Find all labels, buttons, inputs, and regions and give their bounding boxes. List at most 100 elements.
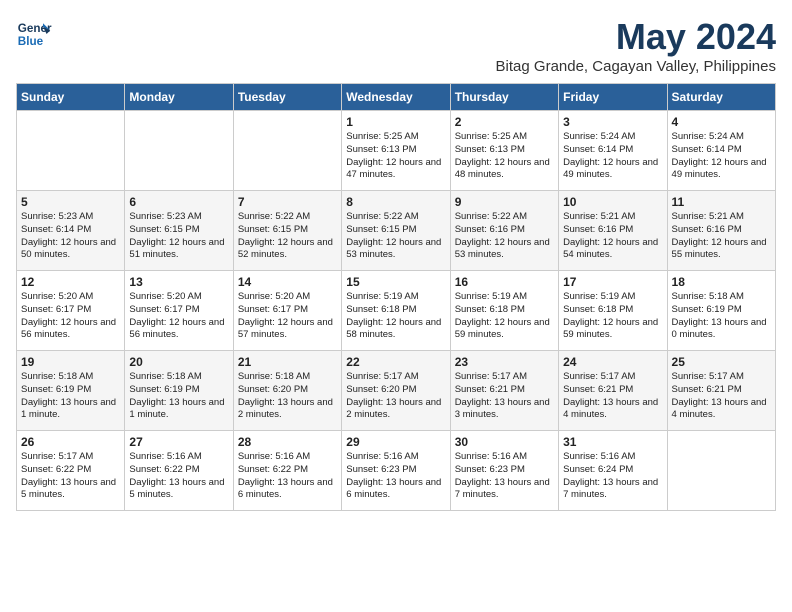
day-number: 18 (672, 275, 771, 289)
cell-info: Sunrise: 5:17 AM Sunset: 6:21 PM Dayligh… (672, 371, 771, 422)
calendar-cell: 23 Sunrise: 5:17 AM Sunset: 6:21 PM Dayli… (450, 351, 558, 431)
calendar-cell: 15 Sunrise: 5:19 AM Sunset: 6:18 PM Dayli… (342, 271, 450, 351)
day-number: 8 (346, 195, 445, 209)
cell-info: Sunrise: 5:22 AM Sunset: 6:15 PM Dayligh… (346, 211, 445, 262)
location-title: Bitag Grande, Cagayan Valley, Philippine… (496, 58, 776, 75)
title-block: May 2024 Bitag Grande, Cagayan Valley, P… (496, 16, 776, 75)
day-number: 26 (21, 435, 120, 449)
calendar-header-row: SundayMondayTuesdayWednesdayThursdayFrid… (17, 84, 776, 111)
day-number: 22 (346, 355, 445, 369)
calendar-cell: 31 Sunrise: 5:16 AM Sunset: 6:24 PM Dayli… (559, 431, 667, 511)
logo-icon: General Blue (16, 16, 52, 52)
calendar-cell: 26 Sunrise: 5:17 AM Sunset: 6:22 PM Dayli… (17, 431, 125, 511)
day-header-wednesday: Wednesday (342, 84, 450, 111)
calendar-cell: 20Sunrise: 5:18 AM Sunset: 6:19 PM Dayli… (125, 351, 233, 431)
calendar-cell (17, 111, 125, 191)
day-number: 14 (238, 275, 337, 289)
day-number: 5 (21, 195, 120, 209)
day-number: 24 (563, 355, 662, 369)
day-header-tuesday: Tuesday (233, 84, 341, 111)
cell-info: Sunrise: 5:17 AM Sunset: 6:20 PM Dayligh… (346, 371, 445, 422)
day-header-sunday: Sunday (17, 84, 125, 111)
cell-info: Sunrise: 5:17 AM Sunset: 6:21 PM Dayligh… (455, 371, 554, 422)
day-number: 28 (238, 435, 337, 449)
day-number: 10 (563, 195, 662, 209)
cell-info: Sunrise: 5:19 AM Sunset: 6:18 PM Dayligh… (563, 291, 662, 342)
cell-info: Sunrise: 5:20 AM Sunset: 6:17 PM Dayligh… (238, 291, 337, 342)
cell-info: Sunrise: 5:25 AM Sunset: 6:13 PM Dayligh… (455, 131, 554, 182)
cell-info: Sunrise: 5:20 AM Sunset: 6:17 PM Dayligh… (21, 291, 120, 342)
calendar-cell (667, 431, 775, 511)
cell-info: Sunrise: 5:19 AM Sunset: 6:18 PM Dayligh… (346, 291, 445, 342)
day-number: 2 (455, 115, 554, 129)
calendar-cell: 17 Sunrise: 5:19 AM Sunset: 6:18 PM Dayli… (559, 271, 667, 351)
calendar-cell: 14 Sunrise: 5:20 AM Sunset: 6:17 PM Dayli… (233, 271, 341, 351)
cell-info: Sunrise: 5:16 AM Sunset: 6:22 PM Dayligh… (129, 451, 228, 502)
cell-info: Sunrise: 5:25 AM Sunset: 6:13 PM Dayligh… (346, 131, 445, 182)
calendar-cell: 2 Sunrise: 5:25 AM Sunset: 6:13 PM Daylig… (450, 111, 558, 191)
cell-info: Sunrise: 5:20 AM Sunset: 6:17 PM Dayligh… (129, 291, 228, 342)
calendar-cell: 10 Sunrise: 5:21 AM Sunset: 6:16 PM Dayli… (559, 191, 667, 271)
day-number: 3 (563, 115, 662, 129)
day-header-saturday: Saturday (667, 84, 775, 111)
calendar-cell: 18 Sunrise: 5:18 AM Sunset: 6:19 PM Dayli… (667, 271, 775, 351)
day-number: 11 (672, 195, 771, 209)
day-number: 30 (455, 435, 554, 449)
calendar-cell: 28 Sunrise: 5:16 AM Sunset: 6:22 PM Dayli… (233, 431, 341, 511)
calendar-cell: 5 Sunrise: 5:23 AM Sunset: 6:14 PM Daylig… (17, 191, 125, 271)
cell-info: Sunrise: 5:16 AM Sunset: 6:22 PM Dayligh… (238, 451, 337, 502)
calendar-cell: 3 Sunrise: 5:24 AM Sunset: 6:14 PM Daylig… (559, 111, 667, 191)
cell-info: Sunrise: 5:16 AM Sunset: 6:23 PM Dayligh… (455, 451, 554, 502)
calendar-cell: 27Sunrise: 5:16 AM Sunset: 6:22 PM Dayli… (125, 431, 233, 511)
cell-info: Sunrise: 5:24 AM Sunset: 6:14 PM Dayligh… (672, 131, 771, 182)
week-row-4: 19Sunrise: 5:18 AM Sunset: 6:19 PM Dayli… (17, 351, 776, 431)
day-number: 9 (455, 195, 554, 209)
calendar-cell: 6 Sunrise: 5:23 AM Sunset: 6:15 PM Daylig… (125, 191, 233, 271)
calendar-table: SundayMondayTuesdayWednesdayThursdayFrid… (16, 83, 776, 511)
cell-info: Sunrise: 5:23 AM Sunset: 6:15 PM Dayligh… (129, 211, 228, 262)
day-header-thursday: Thursday (450, 84, 558, 111)
day-number: 25 (672, 355, 771, 369)
calendar-cell: 1 Sunrise: 5:25 AM Sunset: 6:13 PM Daylig… (342, 111, 450, 191)
cell-info: Sunrise: 5:17 AM Sunset: 6:21 PM Dayligh… (563, 371, 662, 422)
day-header-friday: Friday (559, 84, 667, 111)
cell-info: Sunrise: 5:21 AM Sunset: 6:16 PM Dayligh… (563, 211, 662, 262)
cell-info: Sunrise: 5:18 AM Sunset: 6:19 PM Dayligh… (672, 291, 771, 342)
day-number: 23 (455, 355, 554, 369)
week-row-3: 12 Sunrise: 5:20 AM Sunset: 6:17 PM Dayli… (17, 271, 776, 351)
cell-info: Sunrise: 5:23 AM Sunset: 6:14 PM Dayligh… (21, 211, 120, 262)
calendar-cell: 8 Sunrise: 5:22 AM Sunset: 6:15 PM Daylig… (342, 191, 450, 271)
calendar-cell (125, 111, 233, 191)
day-number: 21 (238, 355, 337, 369)
day-number: 6 (129, 195, 228, 209)
calendar-cell: 4Sunrise: 5:24 AM Sunset: 6:14 PM Daylig… (667, 111, 775, 191)
cell-info: Sunrise: 5:16 AM Sunset: 6:23 PM Dayligh… (346, 451, 445, 502)
calendar-cell: 9 Sunrise: 5:22 AM Sunset: 6:16 PM Daylig… (450, 191, 558, 271)
page-header: General Blue May 2024 Bitag Grande, Caga… (16, 16, 776, 75)
calendar-cell: 16Sunrise: 5:19 AM Sunset: 6:18 PM Dayli… (450, 271, 558, 351)
logo: General Blue (16, 16, 52, 52)
day-number: 1 (346, 115, 445, 129)
day-number: 13 (129, 275, 228, 289)
day-number: 17 (563, 275, 662, 289)
calendar-cell: 13 Sunrise: 5:20 AM Sunset: 6:17 PM Dayli… (125, 271, 233, 351)
cell-info: Sunrise: 5:17 AM Sunset: 6:22 PM Dayligh… (21, 451, 120, 502)
week-row-1: 1 Sunrise: 5:25 AM Sunset: 6:13 PM Daylig… (17, 111, 776, 191)
svg-text:Blue: Blue (18, 35, 44, 48)
cell-info: Sunrise: 5:16 AM Sunset: 6:24 PM Dayligh… (563, 451, 662, 502)
cell-info: Sunrise: 5:22 AM Sunset: 6:16 PM Dayligh… (455, 211, 554, 262)
calendar-cell: 19Sunrise: 5:18 AM Sunset: 6:19 PM Dayli… (17, 351, 125, 431)
cell-info: Sunrise: 5:24 AM Sunset: 6:14 PM Dayligh… (563, 131, 662, 182)
calendar-cell: 24 Sunrise: 5:17 AM Sunset: 6:21 PM Dayli… (559, 351, 667, 431)
calendar-cell: 22 Sunrise: 5:17 AM Sunset: 6:20 PM Dayli… (342, 351, 450, 431)
calendar-cell: 29Sunrise: 5:16 AM Sunset: 6:23 PM Dayli… (342, 431, 450, 511)
day-number: 31 (563, 435, 662, 449)
day-number: 15 (346, 275, 445, 289)
day-number: 19 (21, 355, 120, 369)
calendar-cell: 30 Sunrise: 5:16 AM Sunset: 6:23 PM Dayli… (450, 431, 558, 511)
calendar-cell: 25 Sunrise: 5:17 AM Sunset: 6:21 PM Dayli… (667, 351, 775, 431)
day-number: 20 (129, 355, 228, 369)
cell-info: Sunrise: 5:19 AM Sunset: 6:18 PM Dayligh… (455, 291, 554, 342)
calendar-cell: 11Sunrise: 5:21 AM Sunset: 6:16 PM Dayli… (667, 191, 775, 271)
day-number: 12 (21, 275, 120, 289)
